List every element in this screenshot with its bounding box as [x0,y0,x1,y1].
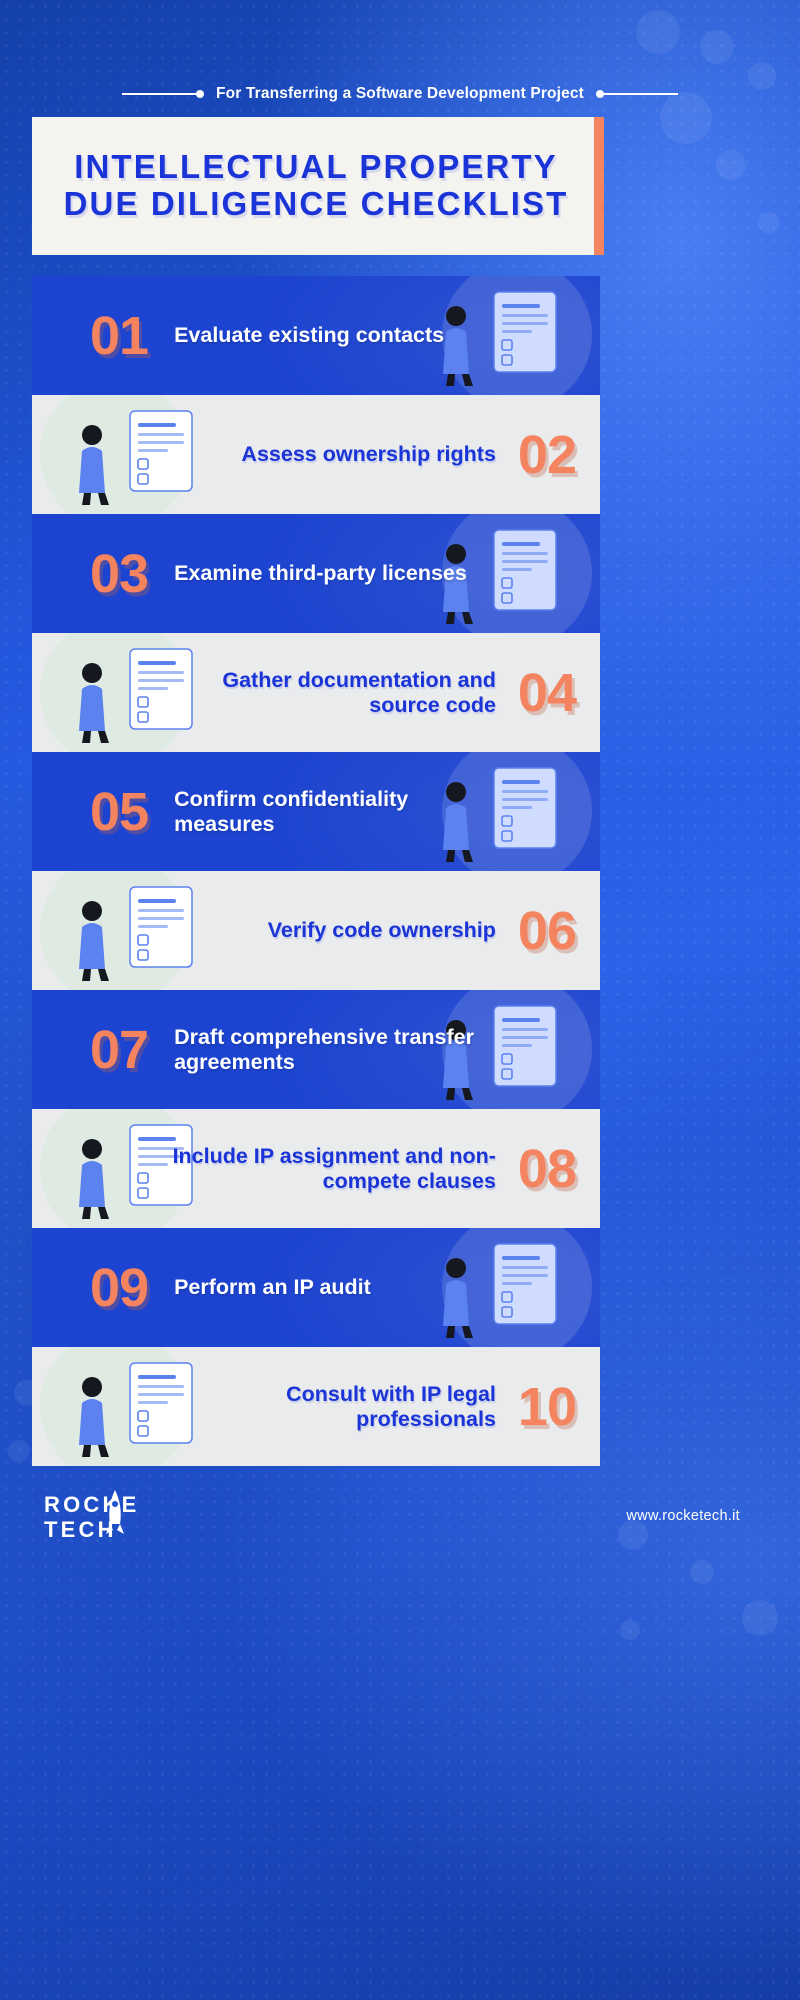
item-number: 02 [517,424,577,485]
illustration-art [79,410,193,505]
item-number: 01 [90,305,149,366]
item-number: 03 [90,543,149,604]
checklist-item-07: 07 Draft comprehensive transfer agreement… [32,990,600,1109]
mobile-collaboration-illustration [34,871,234,990]
eyebrow-rule-left [122,93,197,95]
checklist-item-03: 03 Examine third-party licenses [32,514,600,633]
item-label: Perform an IP audit [174,1275,371,1300]
eyebrow-dot-right [595,90,604,98]
shield-lock-folder-illustration [34,395,234,514]
eyebrow-rule-right [603,93,678,95]
item-number: 04 [517,662,577,723]
item-label: Verify code ownership [267,918,496,943]
item-number: 09 [90,1257,149,1318]
item-label: Include IP assignment and non-compete cl… [172,1143,496,1193]
footer: ROCKE TECH www.rocketech.it [0,1484,800,1604]
magnifier-chart-illustration [398,1228,598,1347]
eyebrow-text: For Transferring a Software Development … [216,85,584,102]
item-label: Gather documentation and source code [222,667,496,717]
checklist: 01 Evaluate existing contacts Assess owner… [32,276,600,1466]
item-number: 10 [517,1376,577,1437]
rocket-icon [106,1490,124,1534]
checklist-item-04: Gather documentation and source code 04 [32,633,600,752]
checklist-item-02: Assess ownership rights 02 [32,395,600,514]
checklist-item-05: 05 Confirm confidentiality measures [32,752,600,871]
website-url[interactable]: www.rocketech.it [626,1508,740,1524]
item-label: Examine third-party licenses [174,561,467,586]
checklist-item-09: 09 Perform an IP audit [32,1228,600,1347]
title-accent-bar-right [594,117,604,255]
page-title: INTELLECTUAL PROPERTY DUE DILIGENCE CHEC… [63,148,569,222]
checklist-item-10: Consult with IP legal professionals 10 [32,1347,600,1466]
item-number: 07 [90,1019,149,1080]
item-label: Consult with IP legal professionals [286,1381,496,1431]
checklist-item-01: 01 Evaluate existing contacts [32,276,600,395]
title-card: INTELLECTUAL PROPERTY DUE DILIGENCE CHEC… [32,117,600,255]
eyebrow-dot-left [196,90,205,98]
item-number: 06 [517,900,577,961]
illustration-halo [442,276,592,395]
item-label: Confirm confidentiality measures [174,786,409,836]
checklist-item-06: Verify code ownership 06 [32,871,600,990]
illustration-halo [40,395,190,514]
illustration-halo [40,871,190,990]
item-label: Assess ownership rights [241,442,496,467]
item-label: Evaluate existing contacts [174,323,445,348]
illustration-halo [442,1228,592,1347]
item-label: Draft comprehensive transfer agreements [174,1024,474,1074]
checklist-item-08: Include IP assignment and non-compete cl… [32,1109,600,1228]
eyebrow-banner: For Transferring a Software Development … [0,78,800,110]
item-number: 05 [90,781,149,842]
illustration-art [443,1243,557,1338]
item-number: 08 [517,1138,577,1199]
illustration-art [79,886,193,981]
